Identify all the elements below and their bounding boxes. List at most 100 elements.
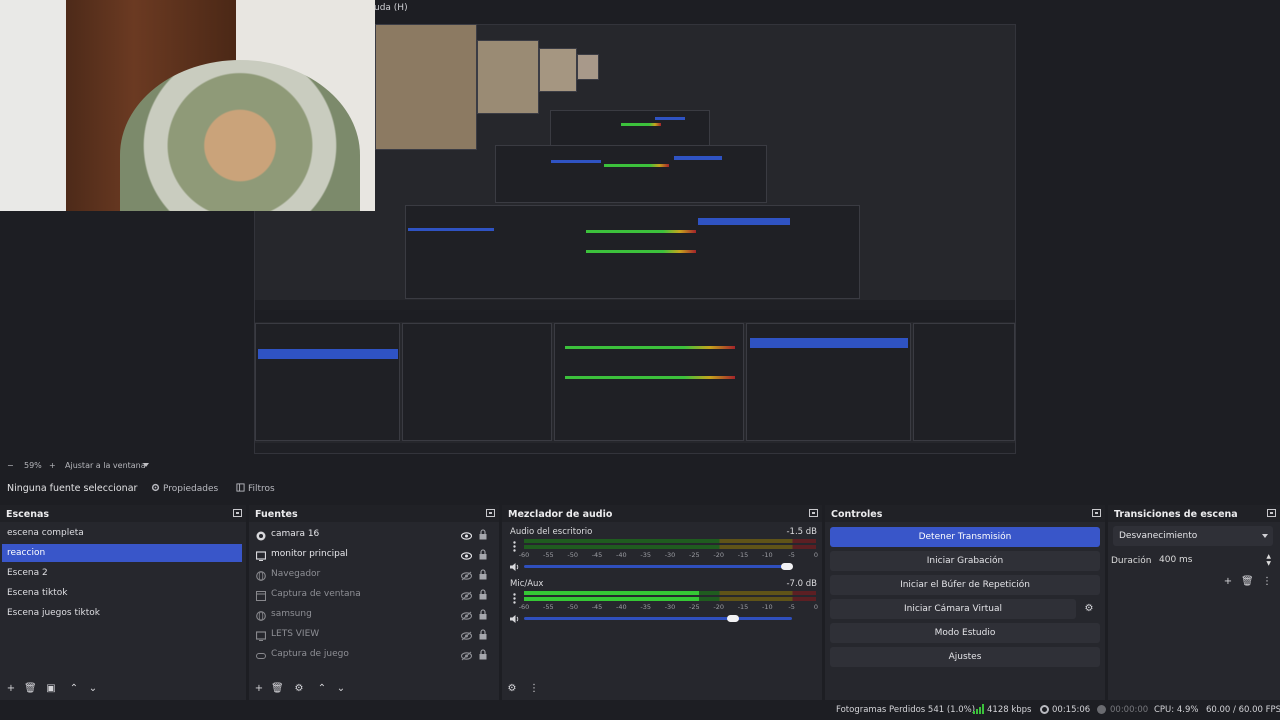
eye-off-icon[interactable]	[460, 609, 473, 621]
tick-label: -25	[689, 603, 700, 611]
gear-icon[interactable]: ⚙	[1083, 603, 1095, 615]
source-item[interactable]: camara 16	[249, 524, 494, 544]
zoom-out-button[interactable]: −	[7, 461, 14, 470]
add-icon[interactable]: +	[5, 683, 17, 695]
speaker-icon[interactable]	[510, 562, 520, 572]
add-icon[interactable]: +	[1222, 576, 1234, 588]
control-button[interactable]: Detener Transmisión	[830, 527, 1100, 547]
advanced-audio-icon[interactable]: ⚙	[506, 683, 518, 695]
volume-knob[interactable]	[780, 563, 793, 570]
source-item[interactable]: monitor principal	[249, 544, 494, 564]
float-icon[interactable]	[486, 509, 495, 517]
properties-button[interactable]: Propiedades	[145, 480, 224, 497]
mixer-channel: Audio del escritorio -1.5 dB -60 -55 -50 -45-…	[502, 527, 822, 579]
stream-status-icon	[1040, 705, 1049, 714]
lock-icon[interactable]	[479, 648, 487, 660]
nested-transitions-dock	[913, 323, 1015, 441]
source-item[interactable]: Navegador	[249, 564, 494, 584]
filter-icon[interactable]: ▣	[45, 683, 57, 695]
preview-area[interactable]: uda (H)	[0, 0, 1280, 458]
lock-icon[interactable]	[479, 548, 487, 560]
source-item[interactable]: samsung	[249, 604, 494, 624]
lock-icon[interactable]	[479, 628, 487, 640]
channel-db: -1.5 dB	[786, 527, 817, 537]
float-icon[interactable]	[1092, 509, 1101, 517]
lock-icon[interactable]	[479, 608, 487, 620]
spin-arrows-icon[interactable]: ▲ ▼	[1266, 553, 1271, 567]
add-icon[interactable]: +	[253, 683, 265, 695]
tick-label: -30	[664, 551, 676, 559]
speaker-icon[interactable]	[510, 614, 520, 624]
trash-icon[interactable]: 🗑	[271, 683, 284, 695]
eye-off-icon[interactable]	[460, 649, 473, 661]
more-icon[interactable]	[513, 541, 516, 552]
move-up-icon[interactable]: ⌃	[68, 683, 80, 695]
more-icon[interactable]	[513, 593, 516, 604]
lock-icon[interactable]	[479, 568, 487, 580]
move-down-icon[interactable]: ⌄	[335, 683, 347, 695]
volume-slider[interactable]	[524, 565, 792, 568]
transitions-title: Transiciones de escena	[1114, 509, 1238, 520]
eye-icon[interactable]	[460, 529, 473, 540]
source-item[interactable]: Captura de ventana	[249, 584, 494, 604]
zoom-in-button[interactable]: +	[49, 461, 56, 470]
tick-label: -45	[591, 551, 603, 559]
eye-off-icon[interactable]	[460, 569, 473, 581]
filter-icon	[236, 483, 245, 492]
scene-item[interactable]: Escena juegos tiktok	[2, 604, 242, 622]
eye-off-icon[interactable]	[460, 629, 473, 641]
more-icon[interactable]: ⋮	[1261, 576, 1273, 588]
camera-icon	[256, 529, 266, 541]
float-icon[interactable]	[233, 509, 242, 517]
scene-item[interactable]: escena completa	[2, 524, 242, 542]
zoom-fit-label[interactable]: Ajustar a la ventana	[65, 461, 146, 470]
gear-icon[interactable]: ⚙	[293, 683, 305, 695]
level-meter	[524, 597, 816, 601]
tick-label: -30	[664, 603, 676, 611]
eye-icon[interactable]	[460, 549, 473, 560]
gamepad-icon	[256, 649, 266, 659]
gear-icon	[151, 483, 160, 492]
float-icon[interactable]	[809, 509, 818, 517]
filters-button[interactable]: Filtros	[230, 480, 281, 497]
move-up-icon[interactable]: ⌃	[316, 683, 328, 695]
move-down-icon[interactable]: ⌄	[87, 683, 99, 695]
record-status-icon	[1097, 705, 1106, 714]
control-button[interactable]: Iniciar Cámara Virtual	[830, 599, 1076, 619]
scene-item[interactable]: Escena tiktok	[2, 584, 242, 602]
control-button[interactable]: Ajustes	[830, 647, 1100, 667]
source-name: camara 16	[271, 529, 320, 539]
chevron-down-icon[interactable]	[143, 463, 149, 467]
source-item[interactable]: LETS VIEW	[249, 624, 494, 644]
no-source-label: Ninguna fuente seleccionar	[7, 483, 138, 494]
tick-label: -50	[567, 603, 578, 611]
duration-spinbox[interactable]: 400 ms ▲ ▼	[1156, 552, 1274, 569]
transition-select[interactable]: Desvanecimiento	[1113, 526, 1273, 546]
monitor-icon	[255, 549, 267, 561]
volume-knob[interactable]	[727, 615, 740, 622]
more-icon[interactable]: ⋮	[528, 683, 540, 695]
properties-label: Propiedades	[163, 484, 219, 494]
control-button[interactable]: Iniciar el Búfer de Repetición	[830, 575, 1100, 595]
duration-label: Duración	[1111, 556, 1152, 566]
tick-label: -35	[640, 551, 651, 559]
float-icon[interactable]	[1267, 509, 1276, 517]
filters-label: Filtros	[248, 484, 275, 494]
tick-label: -60	[518, 551, 530, 559]
trash-icon[interactable]: 🗑	[24, 683, 37, 695]
trash-icon[interactable]: 🗑	[1241, 576, 1254, 588]
scene-item[interactable]: reaccion	[2, 544, 242, 562]
lock-icon[interactable]	[479, 588, 487, 600]
volume-slider[interactable]	[524, 617, 792, 620]
tick-label: -25	[689, 551, 700, 559]
tick-label: -10	[762, 603, 773, 611]
mixer-header: Mezclador de audio	[502, 505, 822, 522]
control-button[interactable]: Modo Estudio	[830, 623, 1100, 643]
tick-label: -50	[567, 551, 578, 559]
scene-item[interactable]: Escena 2	[2, 564, 242, 582]
control-button[interactable]: Iniciar Grabación	[830, 551, 1100, 571]
lock-icon[interactable]	[479, 528, 487, 540]
channel-name: Audio del escritorio	[510, 527, 593, 537]
source-item[interactable]: Captura de juego	[249, 644, 494, 664]
eye-off-icon[interactable]	[460, 589, 473, 601]
